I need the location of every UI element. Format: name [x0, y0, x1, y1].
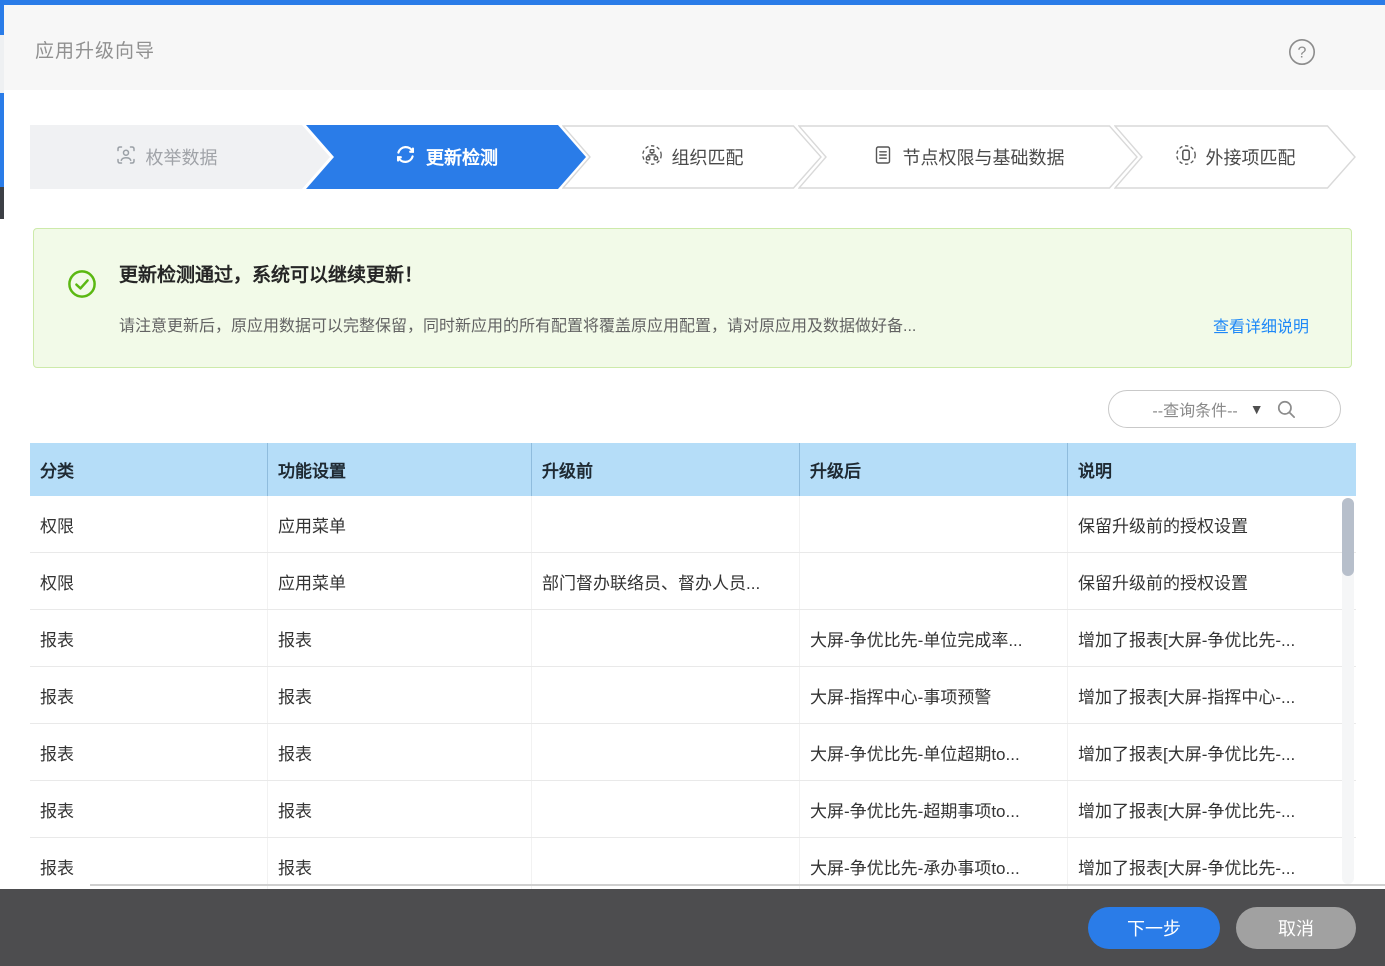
cell-note: 增加了报表[大屏-争优比先-... [1068, 610, 1356, 666]
cell-after: 大屏-指挥中心-事项预警 [800, 667, 1068, 723]
table-row: 报表 报表 大屏-指挥中心-事项预警 增加了报表[大屏-指挥中心-... [30, 667, 1356, 724]
org-match-icon [641, 144, 663, 171]
col-header-feature: 功能设置 [268, 443, 532, 496]
step-label: 节点权限与基础数据 [903, 144, 1065, 170]
wizard-steps: 枚举数据 更新检测 [30, 125, 1356, 189]
alert-description: 请注意更新后，原应用数据可以完整保留，同时新应用的所有配置将覆盖原应用配置，请对… [119, 312, 916, 336]
cell-before: 部门督办联络员、督办人员... [532, 553, 800, 609]
cell-category: 报表 [30, 667, 268, 723]
background-page-edge [0, 5, 4, 889]
cell-category: 权限 [30, 496, 268, 552]
cell-after [800, 496, 1068, 552]
cell-feature: 应用菜单 [268, 553, 532, 609]
cell-feature: 报表 [268, 724, 532, 780]
dialog-header: 应用升级向导 ? [4, 5, 1385, 90]
col-header-after-upgrade: 升级后 [800, 443, 1068, 496]
chevron-down-icon[interactable]: ▼ [1250, 402, 1264, 416]
step-label: 外接项匹配 [1206, 144, 1296, 170]
cell-category: 报表 [30, 610, 268, 666]
table-row: 报表 报表 大屏-争优比先-单位超期to... 增加了报表[大屏-争优比先-..… [30, 724, 1356, 781]
cell-category: 报表 [30, 781, 268, 837]
upgrade-compare-table: 分类 功能设置 升级前 升级后 说明 权限 应用菜单 保留升级前的授权设置 权限… [30, 443, 1356, 966]
success-check-icon [67, 269, 97, 304]
step-node-permission-data[interactable]: 节点权限与基础数据 [798, 125, 1138, 189]
table-scrollbar-thumb[interactable] [1342, 498, 1354, 576]
col-header-before-upgrade: 升级前 [532, 443, 800, 496]
refresh-icon [394, 143, 417, 171]
cell-before [532, 610, 800, 666]
step-update-check[interactable]: 更新检测 [306, 125, 586, 189]
upgrade-wizard-dialog: 应用升级向导 ? 枚举数据 [0, 0, 1385, 966]
query-condition-label: --查询条件-- [1152, 397, 1237, 421]
col-header-note: 说明 [1068, 443, 1356, 496]
cell-feature: 应用菜单 [268, 496, 532, 552]
step-enum-data[interactable]: 枚举数据 [30, 125, 330, 189]
cell-note: 增加了报表[大屏-争优比先-... [1068, 781, 1356, 837]
cell-category: 报表 [30, 724, 268, 780]
cell-after [800, 553, 1068, 609]
step-label: 组织匹配 [672, 144, 744, 170]
cell-before [532, 781, 800, 837]
cell-note: 增加了报表[大屏-指挥中心-... [1068, 667, 1356, 723]
cell-before [532, 496, 800, 552]
cancel-button[interactable]: 取消 [1236, 907, 1356, 949]
alert-title: 更新检测通过，系统可以继续更新！ [119, 260, 423, 287]
search-icon[interactable] [1276, 399, 1297, 420]
cell-feature: 报表 [268, 610, 532, 666]
next-step-button[interactable]: 下一步 [1088, 907, 1220, 949]
step-external-item-match[interactable]: 外接项匹配 [1114, 125, 1356, 189]
table-scrollbar-track[interactable] [1342, 498, 1354, 884]
step-label: 更新检测 [426, 144, 498, 170]
step-org-match[interactable]: 组织匹配 [562, 125, 822, 189]
cell-note: 保留升级前的授权设置 [1068, 553, 1356, 609]
table-row: 报表 报表 大屏-争优比先-超期事项to... 增加了报表[大屏-争优比先-..… [30, 781, 1356, 838]
cell-before [532, 667, 800, 723]
col-header-category: 分类 [30, 443, 268, 496]
cell-after: 大屏-争优比先-单位超期to... [800, 724, 1068, 780]
cell-category: 权限 [30, 553, 268, 609]
update-check-alert: 更新检测通过，系统可以继续更新！ 请注意更新后，原应用数据可以完整保留，同时新应… [33, 228, 1352, 368]
help-glyph: ? [1298, 45, 1307, 62]
node-permission-icon [872, 144, 894, 171]
cell-note: 保留升级前的授权设置 [1068, 496, 1356, 552]
dialog-footer: 下一步 取消 [0, 889, 1385, 966]
table-row: 权限 应用菜单 部门督办联络员、督办人员... 保留升级前的授权设置 [30, 553, 1356, 610]
external-item-icon [1175, 144, 1197, 171]
enum-data-icon [115, 144, 137, 171]
view-details-link[interactable]: 查看详细说明 [1213, 313, 1309, 337]
cell-note: 增加了报表[大屏-争优比先-... [1068, 724, 1356, 780]
table-row: 报表 报表 大屏-争优比先-单位完成率... 增加了报表[大屏-争优比先-... [30, 610, 1356, 667]
cell-before [532, 724, 800, 780]
cell-feature: 报表 [268, 781, 532, 837]
cell-after: 大屏-争优比先-单位完成率... [800, 610, 1068, 666]
horizontal-scrollbar-line [90, 884, 1385, 886]
table-row: 权限 应用菜单 保留升级前的授权设置 [30, 496, 1356, 553]
cell-after: 大屏-争优比先-超期事项to... [800, 781, 1068, 837]
table-header-row: 分类 功能设置 升级前 升级后 说明 [30, 443, 1356, 496]
cell-feature: 报表 [268, 667, 532, 723]
help-icon[interactable]: ? [1288, 38, 1316, 66]
page-title: 应用升级向导 [35, 36, 155, 63]
table-row: 报表 报表 大屏-争优比先-承办事项to... 增加了报表[大屏-争优比先-..… [30, 838, 1356, 895]
step-label: 枚举数据 [146, 144, 218, 170]
query-condition-dropdown[interactable]: --查询条件-- ▼ [1108, 390, 1341, 428]
